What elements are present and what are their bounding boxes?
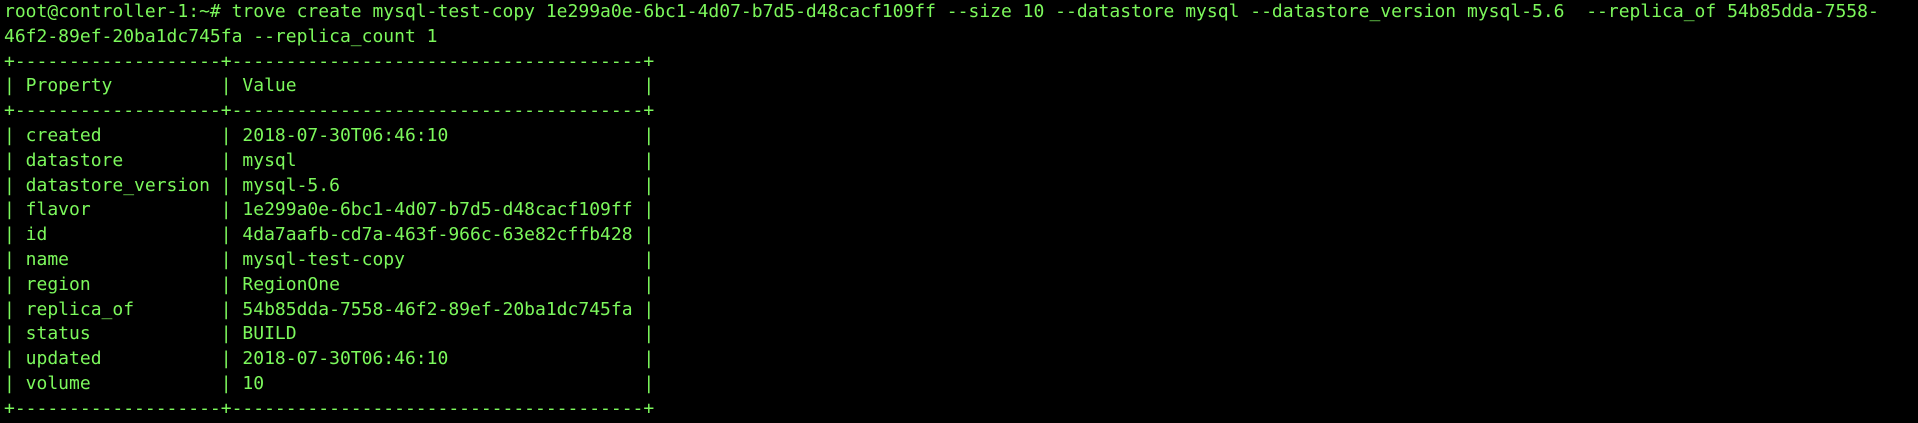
table-row: | datastore_version | mysql-5.6 | — [4, 174, 655, 196]
table-row: | datastore | mysql | — [4, 149, 655, 171]
table-border-top: +-------------------+-------------------… — [4, 50, 655, 72]
command-line-1: root@controller-1:~# trove create mysql-… — [4, 1, 1879, 22]
table-row: | id | 4da7aafb-cd7a-463f-966c-63e82cffb… — [4, 224, 655, 246]
table-row: | created | 2018-07-30T06:46:10 | — [4, 124, 655, 146]
table-border-header: +-------------------+-------------------… — [4, 100, 655, 122]
table-row: | volume | 10 | — [4, 372, 655, 394]
table-row: | region | RegionOne | — [4, 273, 655, 295]
command-line-2: 46f2-89ef-20ba1dc745fa --replica_count 1 — [4, 25, 438, 47]
table-row: | replica_of | 54b85dda-7558-46f2-89ef-2… — [4, 298, 655, 320]
table-row: | updated | 2018-07-30T06:46:10 | — [4, 348, 655, 370]
table-row: | status | BUILD | — [4, 323, 655, 345]
table-border-bottom: +-------------------+-------------------… — [4, 397, 655, 419]
terminal-window[interactable]: root@controller-1:~# trove create mysql-… — [0, 0, 1918, 423]
table-header-row: | Property | Value | — [4, 75, 655, 97]
table-row: | flavor | 1e299a0e-6bc1-4d07-b7d5-d48ca… — [4, 199, 655, 221]
table-row: | name | mysql-test-copy | — [4, 248, 655, 270]
